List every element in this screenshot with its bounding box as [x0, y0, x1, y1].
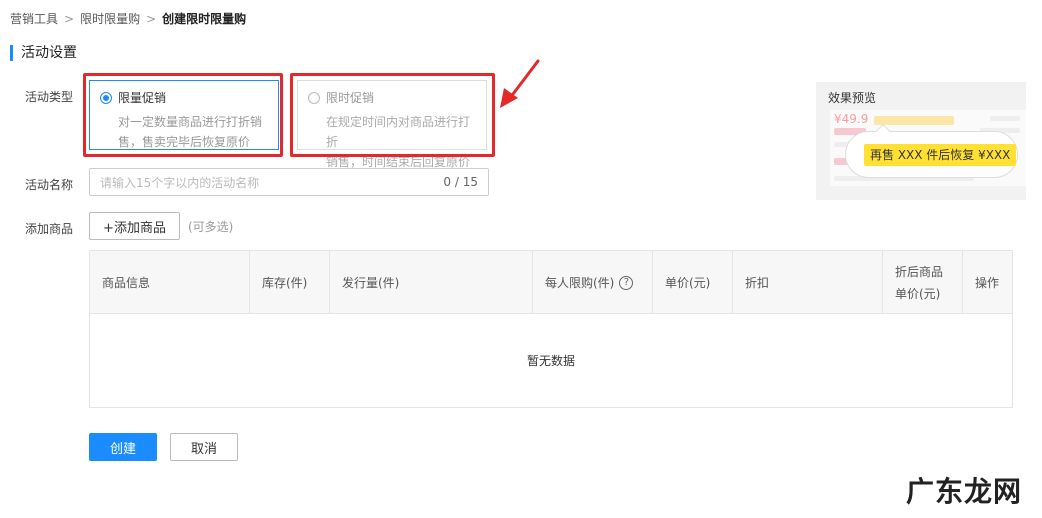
breadcrumb-separator: >: [64, 11, 75, 26]
column-header-per-person-limit: 每人限购(件) ?: [533, 251, 653, 314]
column-header: 商品信息: [90, 251, 250, 314]
preview-price: ¥49.9: [834, 112, 869, 126]
preview-title: 效果预览: [828, 91, 877, 105]
preview-tooltip-text: 再售 XXX 件后恢复 ¥XXX: [864, 144, 1017, 166]
add-product-label: 添加商品: [25, 222, 74, 236]
column-header-label: 每人限购(件): [545, 276, 615, 290]
cancel-button[interactable]: 取消: [170, 433, 238, 461]
breadcrumb-item-limited-purchase[interactable]: 限时限量购: [80, 10, 140, 27]
section-title: 活动设置: [10, 45, 77, 61]
watermark-logo: 广东龙网: [906, 475, 1023, 508]
help-icon[interactable]: ?: [619, 275, 634, 290]
column-header: 发行量(件): [330, 251, 533, 314]
highlight-box: [83, 73, 283, 157]
preview-promo-tag: [874, 116, 954, 125]
column-header: 操作: [975, 276, 1000, 290]
preview-sold-line: [990, 116, 1020, 121]
column-header: 单价(元): [653, 251, 733, 314]
create-button[interactable]: 创建: [89, 433, 157, 461]
add-product-button[interactable]: +添加商品: [89, 212, 180, 240]
column-header: 折扣: [733, 251, 883, 314]
char-counter: 0 / 15: [443, 175, 478, 189]
activity-name-label: 活动名称: [25, 178, 74, 192]
activity-type-label: 活动类型: [25, 90, 74, 104]
column-header: 库存(件): [250, 251, 330, 314]
column-header-line: 折后商品: [895, 264, 944, 279]
breadcrumb-item-marketing-tools[interactable]: 营销工具: [10, 10, 58, 27]
multi-select-hint: (可多选): [188, 220, 234, 234]
breadcrumb-current: 创建限时限量购: [162, 12, 247, 26]
product-table: 商品信息 库存(件) 发行量(件) 每人限购(件) ? 单价(元) 折扣 折后商…: [89, 250, 1013, 408]
breadcrumb: 营销工具 > 限时限量购 > 创建限时限量购: [10, 10, 246, 27]
table-header: 商品信息 库存(件) 发行量(件) 每人限购(件) ? 单价(元) 折扣 折后商…: [90, 251, 1012, 314]
highlight-box: [290, 73, 495, 157]
column-header-line: 单价(元): [895, 286, 941, 301]
breadcrumb-separator: >: [146, 11, 157, 26]
column-header-discount-price: 折后商品 单价(元): [883, 251, 963, 314]
activity-name-input[interactable]: 请输入15个字以内的活动名称 0 / 15: [89, 168, 489, 196]
annotation-arrow-icon: [500, 59, 540, 108]
activity-name-placeholder: 请输入15个字以内的活动名称: [100, 175, 260, 190]
empty-state-text: 暂无数据: [526, 354, 575, 368]
